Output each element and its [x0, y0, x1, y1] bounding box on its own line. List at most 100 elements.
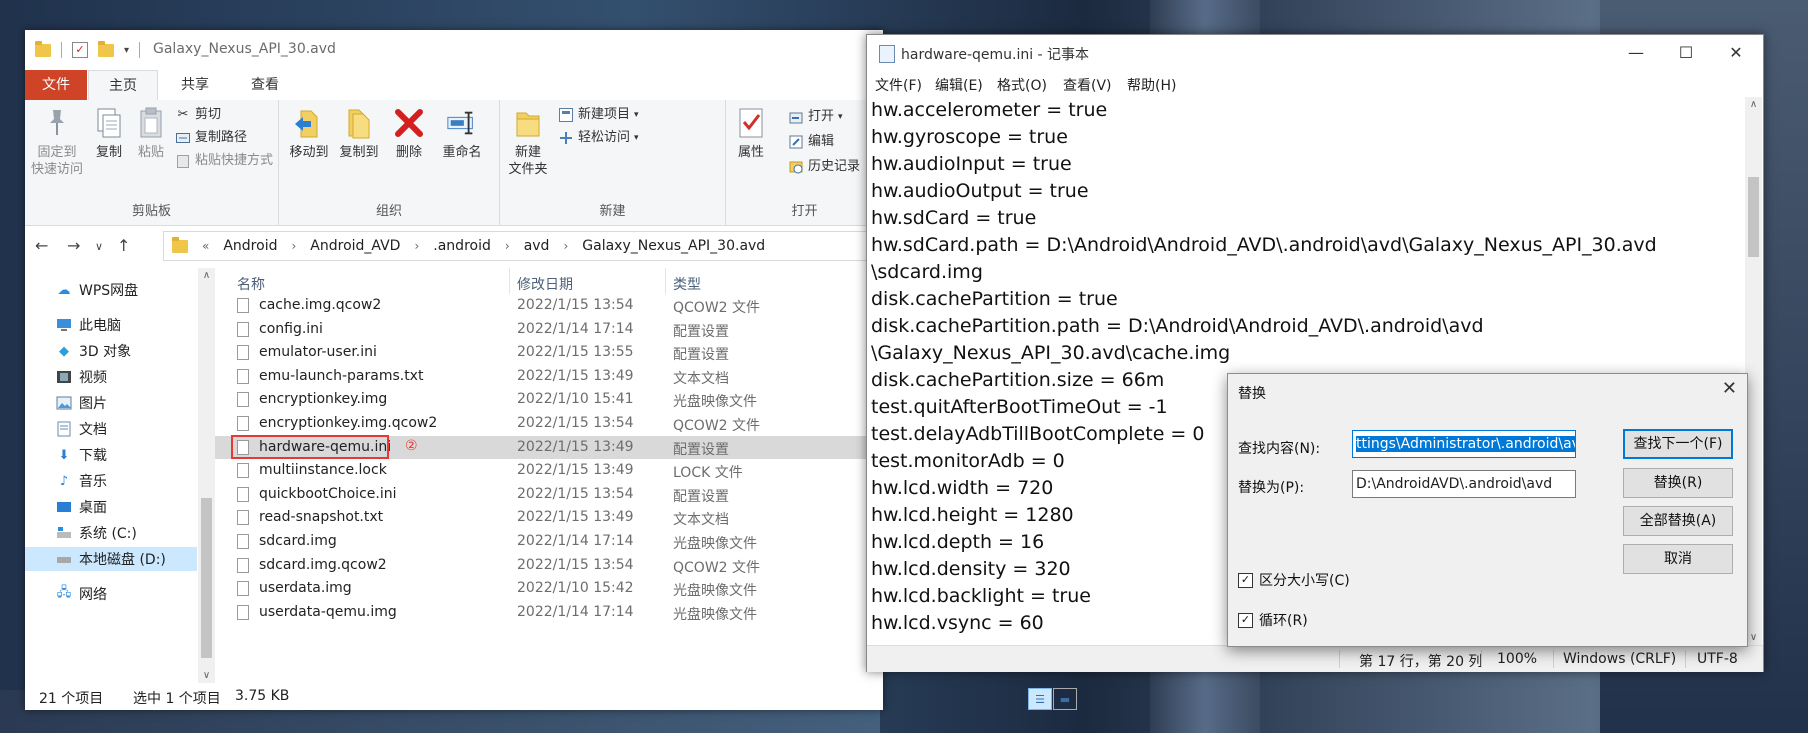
- tab-share[interactable]: 共享: [165, 70, 225, 100]
- file-row[interactable]: config.ini 2022/1/14 17:14 配置设置: [215, 318, 883, 341]
- file-row[interactable]: hardware-qemu.ini 2022/1/15 13:49 配置设置 ②: [215, 434, 883, 459]
- breadcrumb-item[interactable]: Android_AVD: [310, 238, 400, 254]
- menu-edit[interactable]: 编辑(E): [935, 75, 983, 95]
- tab-file[interactable]: 文件: [25, 70, 87, 100]
- scroll-up-chevron-icon[interactable]: ∧: [1745, 99, 1762, 110]
- cancel-button[interactable]: 取消: [1623, 544, 1733, 574]
- nav-item-system-c[interactable]: 系统 (C:): [55, 521, 137, 545]
- scroll-down-chevron-icon[interactable]: ∨: [198, 670, 215, 681]
- nav-item-network[interactable]: 🖧 网络: [55, 582, 107, 606]
- delete-button[interactable]: 删除: [387, 106, 431, 161]
- file-row[interactable]: sdcard.img.qcow2 2022/1/15 13:54 QCOW2 文件: [215, 554, 883, 577]
- wrap-around-checkbox[interactable]: ✓ 循环(R): [1238, 610, 1308, 630]
- breadcrumb-separator-icon[interactable]: ›: [505, 239, 510, 253]
- file-name: encryptionkey.img: [259, 391, 388, 408]
- breadcrumb-item[interactable]: .android: [433, 238, 491, 254]
- match-case-checkbox[interactable]: ✓ 区分大小写(C): [1238, 570, 1350, 590]
- column-name[interactable]: 名称: [237, 274, 265, 294]
- breadcrumb-overflow[interactable]: «: [202, 239, 209, 253]
- file-row[interactable]: read-snapshot.txt 2022/1/15 13:49 文本文档: [215, 506, 883, 529]
- menu-file[interactable]: 文件(F): [875, 75, 922, 95]
- up-arrow-icon[interactable]: ↑: [117, 236, 130, 255]
- nav-item-label: 音乐: [79, 474, 107, 490]
- nav-item-3d-objects[interactable]: ◆ 3D 对象: [55, 339, 131, 363]
- nav-item-desktop[interactable]: 桌面: [55, 495, 107, 519]
- file-row[interactable]: cache.img.qcow2 2022/1/15 13:54 QCOW2 文件: [215, 294, 883, 317]
- address-bar[interactable]: « Android › Android_AVD › .android › avd…: [163, 231, 883, 261]
- copy-path-button[interactable]: 复制路径: [175, 127, 247, 149]
- new-folder-button[interactable]: 新建 文件夹: [502, 106, 554, 178]
- large-icons-view-icon[interactable]: ▬: [1053, 688, 1077, 710]
- nav-item-pictures[interactable]: 图片: [55, 391, 107, 415]
- nav-item-wps[interactable]: ☁ WPS网盘: [55, 278, 139, 302]
- edit-button[interactable]: 编辑: [788, 131, 834, 153]
- find-next-button[interactable]: 查找下一个(F): [1623, 429, 1733, 459]
- back-arrow-icon[interactable]: ←: [35, 236, 48, 255]
- copy-button[interactable]: 复制: [83, 106, 135, 161]
- column-divider[interactable]: [665, 268, 666, 294]
- nav-item-local-d[interactable]: 本地磁盘 (D:): [25, 547, 197, 571]
- find-what-input[interactable]: ttings\Administrator\.android\avd: [1352, 430, 1576, 458]
- file-row[interactable]: userdata-qemu.img 2022/1/14 17:14 光盘映像文件: [215, 601, 883, 624]
- file-row[interactable]: multiinstance.lock 2022/1/15 13:49 LOCK 文件: [215, 459, 883, 482]
- easy-access-button[interactable]: 轻松访问 ▾: [558, 127, 639, 149]
- paste-button[interactable]: 粘贴: [129, 106, 173, 161]
- scrollbar-thumb[interactable]: [1748, 177, 1759, 257]
- nav-item-music[interactable]: ♪ 音乐: [55, 469, 107, 493]
- minimize-icon[interactable]: —: [1611, 35, 1661, 71]
- scrollbar-thumb[interactable]: [201, 498, 212, 658]
- move-to-button[interactable]: 移动到: [283, 106, 335, 161]
- file-row[interactable]: sdcard.img 2022/1/14 17:14 光盘映像文件: [215, 530, 883, 553]
- nav-item-this-pc[interactable]: 此电脑: [55, 313, 121, 337]
- breadcrumb-separator-icon[interactable]: ›: [291, 239, 296, 253]
- nav-pane-scrollbar[interactable]: ∧ ∨: [198, 268, 215, 683]
- file-date: 2022/1/15 13:49: [517, 367, 634, 384]
- file-row[interactable]: encryptionkey.img.qcow2 2022/1/15 13:54 QC…: [215, 412, 883, 435]
- file-row[interactable]: emulator-user.ini 2022/1/15 13:55 配置设置: [215, 341, 883, 364]
- nav-item-downloads[interactable]: ⬇ 下载: [55, 443, 107, 467]
- column-divider[interactable]: [509, 268, 510, 294]
- breadcrumb-item[interactable]: avd: [524, 238, 550, 254]
- rename-button[interactable]: 重命名: [433, 106, 491, 161]
- new-folder-icon[interactable]: [98, 40, 114, 57]
- replace-button[interactable]: 替换(R): [1623, 468, 1733, 498]
- file-row[interactable]: emu-launch-params.txt 2022/1/15 13:49 文本文档: [215, 365, 883, 388]
- recent-locations-chevron-icon[interactable]: ∨: [95, 240, 103, 253]
- close-icon[interactable]: ✕: [1711, 35, 1761, 71]
- properties-button[interactable]: 属性: [728, 106, 774, 161]
- properties-check-icon[interactable]: ✓: [72, 42, 88, 58]
- tab-view[interactable]: 查看: [235, 70, 295, 100]
- breadcrumb-separator-icon[interactable]: ›: [414, 239, 419, 253]
- file-row[interactable]: quickbootChoice.ini 2022/1/15 13:54 配置设置: [215, 483, 883, 506]
- menu-format[interactable]: 格式(O): [997, 75, 1047, 95]
- tab-home[interactable]: 主页: [88, 70, 158, 101]
- cut-button[interactable]: ✂ 剪切: [175, 104, 221, 126]
- breadcrumb-separator-icon[interactable]: ›: [563, 239, 568, 253]
- file-type: LOCK 文件: [673, 465, 743, 482]
- column-type[interactable]: 类型: [673, 274, 701, 294]
- replace-with-input[interactable]: D:\AndroidAVD\.android\avd: [1352, 470, 1576, 498]
- breadcrumb-item[interactable]: Galaxy_Nexus_API_30.avd: [582, 238, 765, 254]
- replace-all-button[interactable]: 全部替换(A): [1623, 506, 1733, 536]
- pin-quick-access-button[interactable]: 固定到 快速访问: [29, 106, 85, 178]
- nav-item-videos[interactable]: 视频: [55, 365, 107, 389]
- scroll-up-chevron-icon[interactable]: ∧: [198, 270, 215, 281]
- details-view-icon[interactable]: ☰: [1028, 688, 1052, 710]
- copy-to-button[interactable]: 复制到: [333, 106, 385, 161]
- new-item-button[interactable]: 新建项目 ▾: [558, 104, 639, 126]
- file-date: 2022/1/15 13:49: [517, 438, 634, 455]
- breadcrumb-item[interactable]: Android: [223, 238, 277, 254]
- open-button[interactable]: 打开 ▾: [788, 106, 843, 128]
- nav-item-documents[interactable]: 文档: [55, 417, 107, 441]
- customize-toolbar-chevron-icon[interactable]: ▾: [124, 45, 129, 56]
- history-button[interactable]: 历史记录: [788, 156, 860, 178]
- column-date[interactable]: 修改日期: [517, 274, 573, 294]
- paste-shortcut-button[interactable]: 粘贴快捷方式: [175, 150, 273, 172]
- close-icon[interactable]: ✕: [1722, 378, 1737, 399]
- file-row[interactable]: encryptionkey.img 2022/1/10 15:41 光盘映像文件: [215, 388, 883, 411]
- maximize-icon[interactable]: ☐: [1661, 35, 1711, 71]
- forward-arrow-icon[interactable]: →: [67, 236, 80, 255]
- menu-view[interactable]: 查看(V): [1063, 75, 1112, 95]
- menu-help[interactable]: 帮助(H): [1127, 75, 1176, 95]
- file-row[interactable]: userdata.img 2022/1/10 15:42 光盘映像文件: [215, 577, 883, 600]
